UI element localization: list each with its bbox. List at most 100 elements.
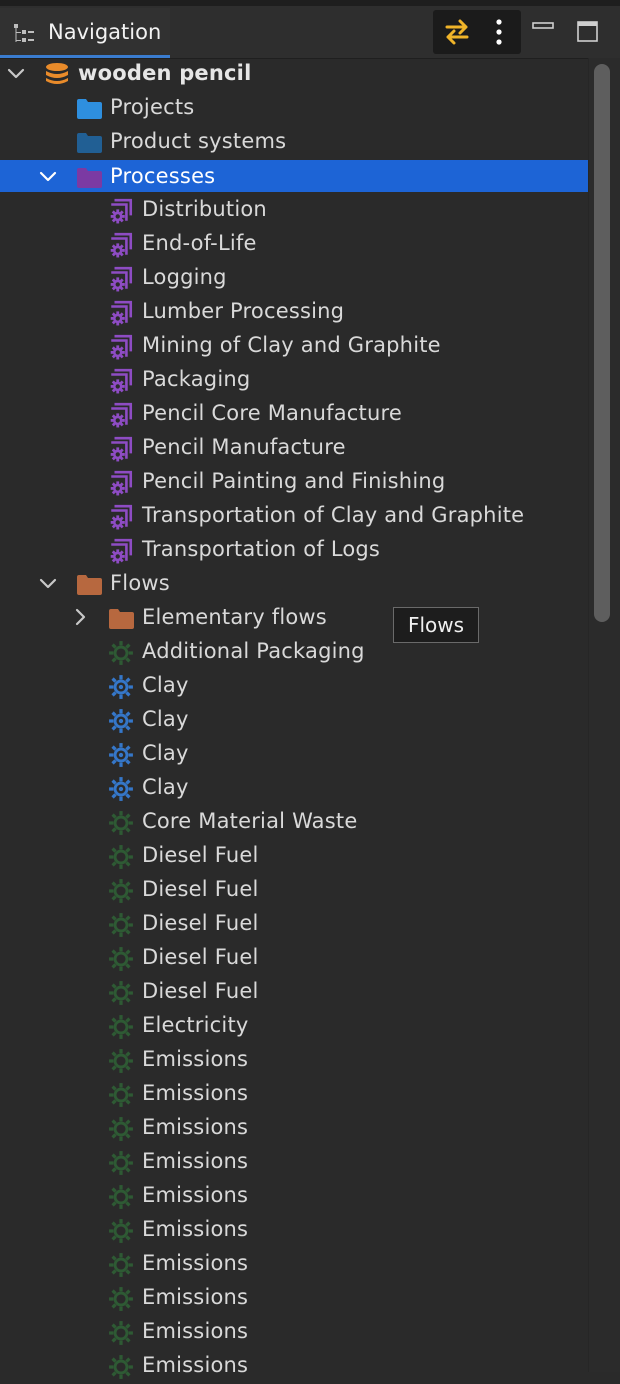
tree-item[interactable]: Clay xyxy=(0,737,588,771)
tree-item[interactable]: Emissions xyxy=(0,1111,588,1145)
folder-projects-icon xyxy=(76,96,102,120)
tree-item-label: Emissions xyxy=(142,1115,249,1139)
tree-item[interactable]: Pencil Painting and Finishing xyxy=(0,465,588,499)
waste-flow-icon xyxy=(108,1014,134,1039)
tree-item-label: Processes xyxy=(110,164,216,188)
tree-item[interactable]: Emissions xyxy=(0,1315,588,1349)
tree-item[interactable]: Electricity xyxy=(0,1009,588,1043)
tree-item-label: Clay xyxy=(142,741,189,765)
waste-flow-icon xyxy=(108,1354,134,1379)
tree-item-label: Logging xyxy=(142,265,227,289)
tree-item-label: Elementary flows xyxy=(142,605,327,629)
process-icon xyxy=(108,504,134,530)
product-flow-icon xyxy=(108,776,134,801)
chevron-down-icon[interactable] xyxy=(38,166,58,186)
tree-item[interactable]: wooden pencil xyxy=(0,57,588,91)
tree-item[interactable]: Transportation of Logs xyxy=(0,533,588,567)
tree-item[interactable]: Emissions xyxy=(0,1179,588,1213)
link-with-editor-button[interactable] xyxy=(439,14,475,50)
tree-item-label: Diesel Fuel xyxy=(142,877,259,901)
tree-item[interactable]: End-of-Life xyxy=(0,227,588,261)
tree-item[interactable]: Clay xyxy=(0,771,588,805)
tree-item[interactable]: Lumber Processing xyxy=(0,295,588,329)
tree-item-label: Clay xyxy=(142,673,189,697)
process-icon xyxy=(108,436,134,462)
tree-item-label: Product systems xyxy=(110,129,287,153)
tree-item-label: Pencil Core Manufacture xyxy=(142,401,402,425)
waste-flow-icon xyxy=(108,1286,134,1311)
tree-item[interactable]: Clay xyxy=(0,669,588,703)
process-icon xyxy=(108,402,134,428)
tree-item-label: Distribution xyxy=(142,197,267,221)
more-vertical-icon xyxy=(496,19,502,45)
waste-flow-icon xyxy=(108,1252,134,1277)
tree-item[interactable]: Emissions xyxy=(0,1145,588,1179)
waste-flow-icon xyxy=(108,946,134,971)
waste-flow-icon xyxy=(108,1320,134,1345)
tree-item[interactable]: Diesel Fuel xyxy=(0,907,588,941)
waste-flow-icon xyxy=(108,1116,134,1141)
folder-product-systems-icon xyxy=(76,130,102,154)
waste-flow-icon xyxy=(108,844,134,869)
tree-item[interactable]: Additional Packaging xyxy=(0,635,588,669)
tree-item[interactable]: Diesel Fuel xyxy=(0,941,588,975)
tree-item-label: Projects xyxy=(110,95,195,119)
tree-item[interactable]: Emissions xyxy=(0,1043,588,1077)
tree-item-label: wooden pencil xyxy=(78,61,252,85)
navigation-tree-icon xyxy=(14,24,34,42)
tree-item[interactable]: Emissions xyxy=(0,1349,588,1383)
tree-item[interactable]: Diesel Fuel xyxy=(0,839,588,873)
tree-item[interactable]: Product systems xyxy=(0,125,588,159)
tree-item-label: Additional Packaging xyxy=(142,639,365,663)
tree-item[interactable]: Distribution xyxy=(0,193,588,227)
tree-item-label: Emissions xyxy=(142,1251,249,1275)
tree-item[interactable]: Transportation of Clay and Graphite xyxy=(0,499,588,533)
tree-item[interactable]: Core Material Waste xyxy=(0,805,588,839)
tree-item[interactable]: Pencil Core Manufacture xyxy=(0,397,588,431)
database-icon xyxy=(44,62,70,86)
tree-item-label: Diesel Fuel xyxy=(142,843,259,867)
tree-item[interactable]: Processes xyxy=(0,160,588,192)
scrollbar-thumb[interactable] xyxy=(594,64,610,622)
tree-item-label: End-of-Life xyxy=(142,231,257,255)
waste-flow-icon xyxy=(108,912,134,937)
tree-item[interactable]: Pencil Manufacture xyxy=(0,431,588,465)
tree-item-label: Clay xyxy=(142,707,189,731)
tree-item[interactable]: Emissions xyxy=(0,1077,588,1111)
tree-item-label: Emissions xyxy=(142,1149,249,1173)
tree-item[interactable]: Diesel Fuel xyxy=(0,873,588,907)
maximize-icon[interactable] xyxy=(576,20,600,44)
tree-item[interactable]: Diesel Fuel xyxy=(0,975,588,1009)
tree-item[interactable]: Flows xyxy=(0,567,588,601)
tree-item-label: Emissions xyxy=(142,1353,249,1377)
tree-item-label: Pencil Painting and Finishing xyxy=(142,469,446,493)
chevron-down-icon[interactable] xyxy=(6,63,26,83)
chevron-down-icon[interactable] xyxy=(38,573,58,593)
waste-flow-icon xyxy=(108,1048,134,1073)
link-arrows-icon xyxy=(445,19,469,45)
minimize-icon[interactable] xyxy=(532,20,556,40)
chevron-right-icon[interactable] xyxy=(70,607,90,627)
tree-item[interactable]: Elementary flows xyxy=(0,601,588,635)
tree-item[interactable]: Emissions xyxy=(0,1281,588,1315)
tree-item[interactable]: Mining of Clay and Graphite xyxy=(0,329,588,363)
view-menu-button[interactable] xyxy=(481,14,517,50)
tree-item-label: Emissions xyxy=(142,1285,249,1309)
tree-item-label: Pencil Manufacture xyxy=(142,435,346,459)
tree-item[interactable]: Logging xyxy=(0,261,588,295)
process-icon xyxy=(108,334,134,360)
tooltip: Flows xyxy=(393,607,479,643)
tree-item[interactable]: Emissions xyxy=(0,1213,588,1247)
waste-flow-icon xyxy=(108,1082,134,1107)
tab-navigation[interactable]: Navigation xyxy=(0,8,170,58)
tree-item[interactable]: Packaging xyxy=(0,363,588,397)
tree-item[interactable]: Projects xyxy=(0,91,588,125)
tree-item-label: Lumber Processing xyxy=(142,299,345,323)
waste-flow-icon xyxy=(108,1184,134,1209)
waste-flow-icon xyxy=(108,1150,134,1175)
tree-item[interactable]: Clay xyxy=(0,703,588,737)
tree-item[interactable]: Emissions xyxy=(0,1247,588,1281)
folder-flows-icon xyxy=(108,606,134,630)
tree-item-label: Emissions xyxy=(142,1183,249,1207)
tree-item-label: Diesel Fuel xyxy=(142,945,259,969)
